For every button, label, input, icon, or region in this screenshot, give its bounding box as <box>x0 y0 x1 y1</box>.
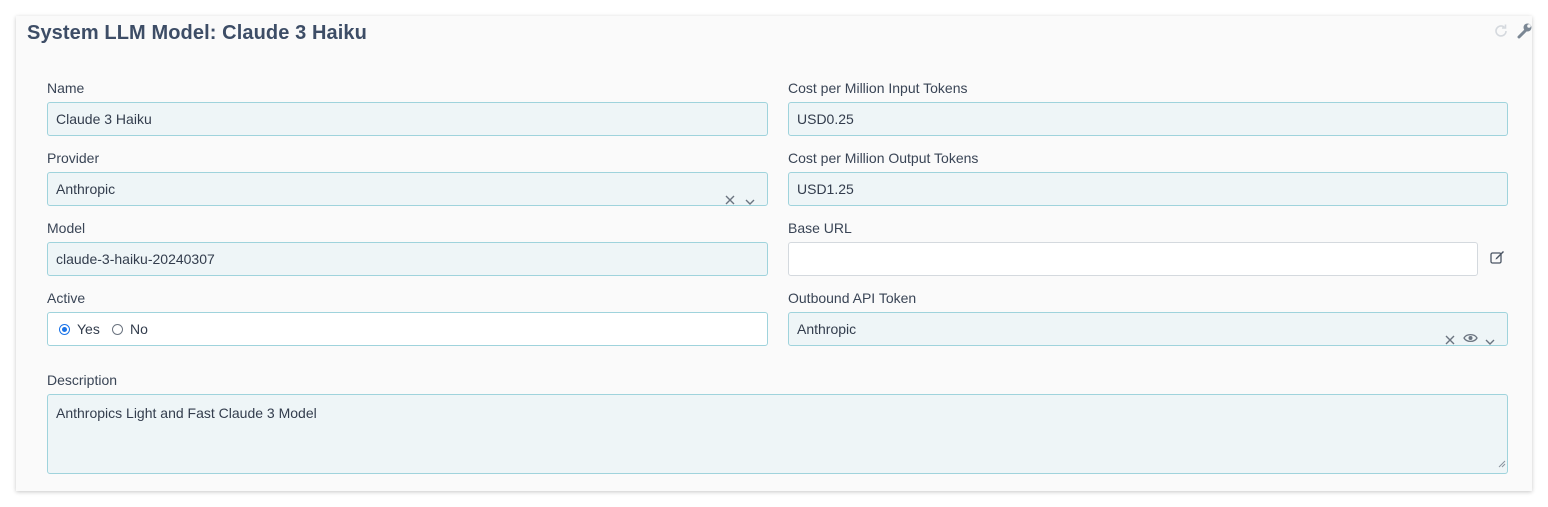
provider-value: Anthropic <box>56 181 116 197</box>
description-label: Description <box>47 372 118 388</box>
cost-input-label: Cost per Million Input Tokens <box>788 80 968 96</box>
cost-input-field[interactable]: USD0.25 <box>788 102 1508 136</box>
cost-output-label: Cost per Million Output Tokens <box>788 150 979 166</box>
name-value: Claude 3 Haiku <box>56 111 152 127</box>
wrench-icon[interactable] <box>1516 22 1532 45</box>
model-label: Model <box>47 220 86 236</box>
active-label: Active <box>47 290 86 306</box>
model-input[interactable]: claude-3-haiku-20240307 <box>47 242 768 276</box>
active-radio-group: Yes No <box>47 312 768 346</box>
cost-input-value: USD0.25 <box>797 111 854 127</box>
description-textarea[interactable]: Anthropics Light and Fast Claude 3 Model <box>47 394 1508 474</box>
api-token-label: Outbound API Token <box>788 290 917 306</box>
close-icon[interactable] <box>725 184 735 216</box>
api-token-select[interactable]: Anthropic <box>788 312 1508 346</box>
cost-output-field[interactable]: USD1.25 <box>788 172 1508 206</box>
resize-handle-icon[interactable] <box>1498 454 1506 472</box>
base-url-input[interactable] <box>788 242 1478 276</box>
cost-output-value: USD1.25 <box>797 181 854 197</box>
eye-icon[interactable] <box>1463 323 1478 355</box>
chevron-down-icon[interactable] <box>745 185 755 217</box>
active-yes-radio[interactable]: Yes <box>59 313 100 345</box>
panel-toolbar <box>1492 22 1532 42</box>
edit-icon[interactable] <box>1490 250 1505 269</box>
model-detail-panel: System LLM Model: Claude 3 Haiku Name Cl… <box>16 16 1532 491</box>
page-title: System LLM Model: Claude 3 Haiku <box>27 22 367 44</box>
provider-select[interactable]: Anthropic <box>47 172 768 206</box>
base-url-label: Base URL <box>788 220 852 236</box>
radio-button-unchecked[interactable] <box>112 323 123 335</box>
active-no-radio[interactable]: No <box>112 313 148 345</box>
description-value: Anthropics Light and Fast Claude 3 Model <box>56 405 317 421</box>
name-input[interactable]: Claude 3 Haiku <box>47 102 768 136</box>
refresh-icon[interactable] <box>1492 22 1510 45</box>
api-token-value: Anthropic <box>797 321 857 337</box>
provider-label: Provider <box>47 150 100 166</box>
close-icon[interactable] <box>1445 324 1455 356</box>
active-yes-label: Yes <box>77 321 100 337</box>
model-value: claude-3-haiku-20240307 <box>56 251 215 267</box>
radio-button-checked[interactable] <box>59 323 70 335</box>
name-label: Name <box>47 80 85 96</box>
active-no-label: No <box>130 321 148 337</box>
chevron-down-icon[interactable] <box>1485 325 1495 357</box>
